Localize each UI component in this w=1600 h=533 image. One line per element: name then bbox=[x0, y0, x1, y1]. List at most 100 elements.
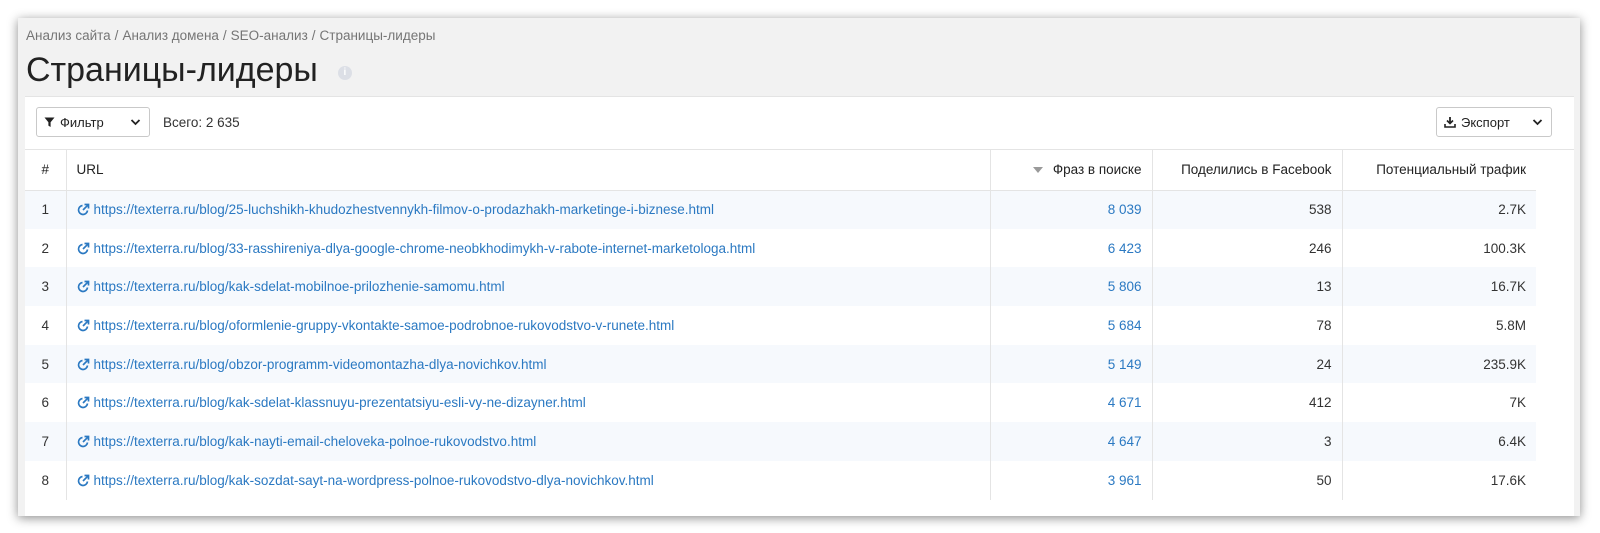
url-cell: https://texterra.ru/blog/33-rasshireniya… bbox=[66, 228, 991, 268]
phrases-cell: 6 423 bbox=[990, 228, 1153, 268]
toolbar: Фильтр Всего: 2 635 Экспорт bbox=[25, 97, 1574, 150]
traffic-cell: 7K bbox=[1509, 395, 1526, 411]
facebook-cell: 78 bbox=[1152, 306, 1343, 345]
row-number: 3 bbox=[25, 267, 67, 307]
url-link[interactable]: https://texterra.ru/blog/kak-sozdat-sayt… bbox=[94, 473, 654, 488]
chevron-down-icon bbox=[1532, 119, 1543, 126]
url-cell: https://texterra.ru/blog/kak-nayti-email… bbox=[66, 422, 991, 461]
export-button[interactable]: Экспорт bbox=[1436, 107, 1552, 137]
traffic-cell: 16.7K bbox=[1490, 279, 1526, 295]
phrases-link[interactable]: 3 961 bbox=[1108, 473, 1142, 488]
breadcrumb-item-site-analysis[interactable]: Анализ сайта bbox=[26, 28, 111, 43]
chevron-down-icon bbox=[130, 119, 141, 126]
table-row: 8 https://texterra.ru/blog/kak-sozdat-say… bbox=[25, 460, 1536, 500]
url-cell: https://texterra.ru/blog/25-luchshikh-kh… bbox=[66, 190, 991, 229]
facebook-cell: 50 bbox=[1152, 460, 1343, 500]
leaders-table: # URL Фраз в поиске Поделились в Faceboo… bbox=[25, 150, 1536, 500]
column-header-phrases-label: Фраз в поиске bbox=[1052, 162, 1142, 178]
table-row: 3 https://texterra.ru/blog/kak-sdelat-mob… bbox=[25, 267, 1536, 307]
phrases-cell: 3 961 bbox=[990, 460, 1153, 500]
table-body: 1 https://texterra.ru/blog/25-luchshikh-k… bbox=[25, 190, 1536, 500]
column-header-facebook[interactable]: Поделились в Facebook bbox=[1152, 150, 1343, 191]
app-window: Анализ сайта / Анализ домена / SEO-анализ / Ст… bbox=[18, 18, 1580, 516]
external-link-icon[interactable] bbox=[77, 242, 90, 255]
table-row: 6 https://texterra.ru/blog/kak-sdelat-kla… bbox=[25, 383, 1536, 423]
filter-button-label: Фильтр bbox=[60, 114, 104, 130]
external-link-icon[interactable] bbox=[77, 280, 90, 293]
traffic-cell: 17.6K bbox=[1490, 472, 1526, 488]
breadcrumb-item-seo-analysis[interactable]: SEO-анализ bbox=[231, 28, 308, 43]
facebook-cell: 538 bbox=[1152, 190, 1343, 229]
url-link[interactable]: https://texterra.ru/blog/obzor-programm-… bbox=[94, 357, 547, 372]
url-link[interactable]: https://texterra.ru/blog/kak-nayti-email… bbox=[94, 434, 537, 449]
phrases-link[interactable]: 4 671 bbox=[1108, 395, 1142, 410]
row-number: 6 bbox=[25, 383, 67, 423]
table-row: 5 https://texterra.ru/blog/obzor-programm… bbox=[25, 344, 1536, 384]
facebook-cell: 412 bbox=[1152, 383, 1343, 423]
table-row: 2 https://texterra.ru/blog/33-rasshireniy… bbox=[25, 228, 1536, 268]
url-cell: https://texterra.ru/blog/kak-sdelat-mobi… bbox=[66, 267, 991, 307]
breadcrumb-item-current: Страницы-лидеры bbox=[319, 28, 436, 43]
phrases-cell: 5 149 bbox=[990, 344, 1153, 384]
url-link[interactable]: https://texterra.ru/blog/25-luchshikh-kh… bbox=[94, 202, 715, 217]
external-link-icon[interactable] bbox=[77, 474, 90, 487]
export-button-label: Экспорт bbox=[1461, 114, 1510, 130]
url-cell: https://texterra.ru/blog/kak-sdelat-klas… bbox=[66, 383, 991, 423]
external-link-icon[interactable] bbox=[77, 358, 90, 371]
breadcrumb-item-domain-analysis[interactable]: Анализ домена bbox=[122, 28, 218, 43]
row-number: 8 bbox=[25, 460, 67, 500]
url-link[interactable]: https://texterra.ru/blog/kak-sdelat-mobi… bbox=[94, 279, 505, 294]
column-header-phrases[interactable]: Фраз в поиске bbox=[990, 150, 1153, 191]
table-row: 7 https://texterra.ru/blog/kak-nayti-emai… bbox=[25, 422, 1536, 461]
filter-button[interactable]: Фильтр bbox=[36, 107, 150, 137]
table-header-row: # URL Фраз в поиске Поделились в Faceboo… bbox=[25, 150, 1536, 191]
phrases-link[interactable]: 8 039 bbox=[1108, 202, 1142, 217]
table-row: 1 https://texterra.ru/blog/25-luchshikh-k… bbox=[25, 190, 1536, 229]
row-number: 4 bbox=[25, 306, 67, 345]
phrases-cell: 4 647 bbox=[990, 422, 1153, 461]
url-link[interactable]: https://texterra.ru/blog/oformlenie-grup… bbox=[94, 318, 675, 333]
external-link-icon[interactable] bbox=[77, 319, 90, 332]
url-cell: https://texterra.ru/blog/kak-sozdat-sayt… bbox=[66, 460, 991, 500]
external-link-icon[interactable] bbox=[77, 396, 90, 409]
traffic-cell: 2.7K bbox=[1498, 202, 1526, 218]
column-header-url[interactable]: URL bbox=[66, 150, 991, 191]
phrases-link[interactable]: 5 149 bbox=[1108, 357, 1142, 372]
phrases-cell: 5 806 bbox=[990, 267, 1153, 307]
phrases-cell: 5 684 bbox=[990, 306, 1153, 345]
sort-desc-icon bbox=[1032, 167, 1043, 174]
url-link[interactable]: https://texterra.ru/blog/33-rasshireniya… bbox=[94, 241, 756, 256]
row-number: 2 bbox=[25, 228, 67, 268]
row-number: 7 bbox=[25, 422, 67, 461]
phrases-link[interactable]: 5 806 bbox=[1108, 279, 1142, 294]
page-title: Страницы-лидеры bbox=[26, 51, 318, 89]
url-cell: https://texterra.ru/blog/obzor-programm-… bbox=[66, 344, 991, 384]
title-row: Страницы-лидеры i bbox=[26, 50, 352, 90]
phrases-cell: 8 039 bbox=[990, 190, 1153, 229]
info-icon[interactable]: i bbox=[337, 66, 352, 80]
traffic-cell: 6.4K bbox=[1498, 433, 1526, 449]
traffic-cell: 100.3K bbox=[1483, 240, 1526, 256]
external-link-icon[interactable] bbox=[77, 203, 90, 216]
table-row: 4 https://texterra.ru/blog/oformlenie-gru… bbox=[25, 306, 1536, 345]
leaders-panel: Фильтр Всего: 2 635 Экспорт # URL Фраз в… bbox=[25, 96, 1574, 516]
url-cell: https://texterra.ru/blog/oformlenie-grup… bbox=[66, 306, 991, 345]
breadcrumb: Анализ сайта / Анализ домена / SEO-анализ / Ст… bbox=[26, 28, 436, 43]
filter-icon bbox=[44, 117, 55, 127]
download-icon bbox=[1444, 117, 1456, 128]
phrases-link[interactable]: 5 684 bbox=[1108, 318, 1142, 333]
url-link[interactable]: https://texterra.ru/blog/kak-sdelat-klas… bbox=[94, 395, 586, 410]
traffic-cell: 235.9K bbox=[1483, 356, 1526, 372]
column-header-traffic[interactable]: Потенциальный трафик bbox=[1342, 150, 1536, 191]
column-header-number: # bbox=[25, 150, 67, 191]
phrases-link[interactable]: 6 423 bbox=[1108, 241, 1142, 256]
facebook-cell: 24 bbox=[1152, 344, 1343, 384]
facebook-cell: 13 bbox=[1152, 267, 1343, 307]
phrases-cell: 4 671 bbox=[990, 383, 1153, 423]
external-link-icon[interactable] bbox=[77, 435, 90, 448]
traffic-cell: 5.8M bbox=[1495, 317, 1526, 333]
row-number: 5 bbox=[25, 344, 67, 384]
row-number: 1 bbox=[25, 190, 67, 229]
phrases-link[interactable]: 4 647 bbox=[1108, 434, 1142, 449]
total-count: Всего: 2 635 bbox=[163, 115, 240, 130]
